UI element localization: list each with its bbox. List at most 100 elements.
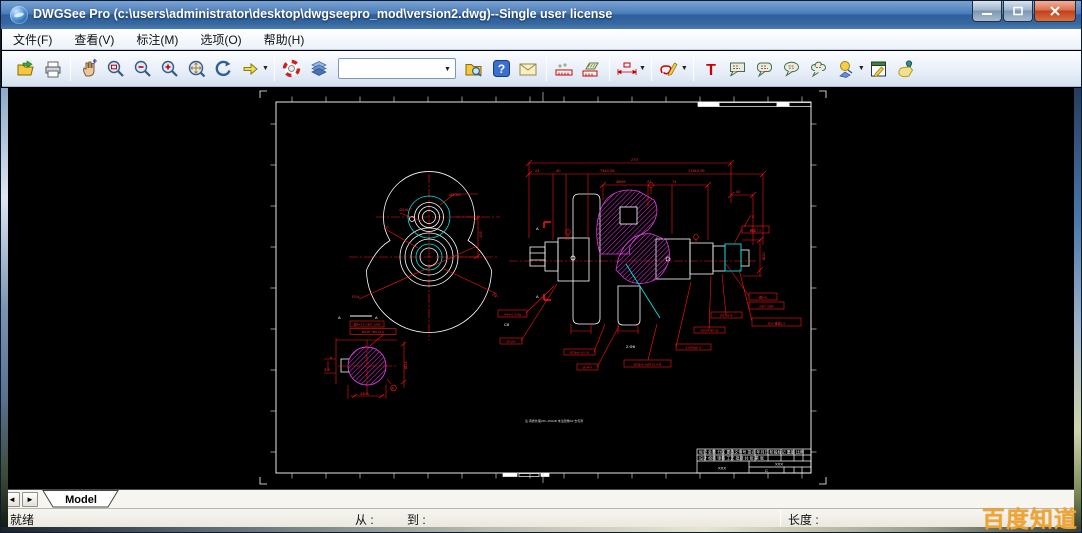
svg-text:C: C xyxy=(765,468,768,473)
status-divider xyxy=(780,510,781,526)
sheet-frame xyxy=(260,91,826,484)
comment-rounded-icon xyxy=(755,60,775,78)
zoom-in-icon xyxy=(160,59,180,78)
stamp-dropdown-icon[interactable]: ▼ xyxy=(858,65,865,72)
stamp-button[interactable] xyxy=(833,55,860,82)
svg-text:XXX: XXX xyxy=(718,466,726,471)
zoom-out-icon xyxy=(133,59,153,78)
svg-text:Ø30k6: Ø30k6 xyxy=(449,192,462,197)
minimize-icon xyxy=(981,7,993,16)
toolbar-separator xyxy=(609,57,610,81)
svg-text:21: 21 xyxy=(647,179,652,184)
window-border-left xyxy=(1,88,8,527)
svg-text:178±0.05: 178±0.05 xyxy=(688,168,705,173)
svg-text:M14×1.5-6g: M14×1.5-6g xyxy=(504,312,521,316)
tab-model[interactable]: Model xyxy=(42,490,120,508)
measure-distance-button[interactable] xyxy=(551,55,578,82)
comment-rectangle-button[interactable] xyxy=(725,55,752,82)
svg-text:Ø14H7: Ø14H7 xyxy=(399,207,412,212)
status-bar: 就绪 从 : 到 : 长度 : xyxy=(2,508,1082,527)
freehand-draw-button[interactable] xyxy=(656,55,683,82)
dwgsee-app-icon xyxy=(10,6,28,24)
find-folder-button[interactable] xyxy=(461,55,488,82)
title-block: XXX XXX C 标记 处数 分区 更改文件号 签名 年月日 阶段标记 重量 … xyxy=(697,449,811,474)
svg-text:Ø20r6 ⊕0.02: Ø20r6 ⊕0.02 xyxy=(700,328,718,332)
layers-icon xyxy=(309,59,329,78)
drawing-viewport[interactable]: A A xyxy=(8,88,1076,489)
comment-ellipse-button[interactable] xyxy=(779,55,806,82)
minimize-button[interactable] xyxy=(972,1,1002,22)
svg-text:Ø24f7 ⌖Ø0.02 A: Ø24f7 ⌖Ø0.02 A xyxy=(362,330,385,334)
tab-scroll-right-button[interactable]: ► xyxy=(22,492,38,507)
svg-text:A: A xyxy=(536,294,539,299)
svg-text:XXX: XXX xyxy=(775,462,783,467)
svg-text:A: A xyxy=(375,315,378,320)
zoom-extents-button[interactable] xyxy=(183,55,210,82)
status-to: 到 : xyxy=(407,511,426,528)
drawing-canvas[interactable]: A A xyxy=(8,88,1076,489)
app-window: DWGSee Pro (c:\users\administrator\deskt… xyxy=(0,0,1082,533)
markup-editor-button[interactable] xyxy=(866,55,893,82)
menu-options[interactable]: 选项(O) xyxy=(189,29,252,50)
status-from: 从 : xyxy=(355,511,374,528)
next-view-button[interactable] xyxy=(237,55,264,82)
help-button[interactable]: ? xyxy=(488,55,515,82)
title-bar[interactable]: DWGSee Pro (c:\users\administrator\deskt… xyxy=(1,1,1081,29)
svg-text:Ø17k6 ⊕: Ø17k6 ⊕ xyxy=(720,313,733,317)
pan-button[interactable] xyxy=(75,55,102,82)
svg-text:2-Ø25js6 ◎: 2-Ø25js6 ◎ xyxy=(685,345,701,349)
svg-text:设计 校核 审核 工艺 批准 共 张 第 张: 设计 校核 审核 工艺 批准 共 张 第 张 xyxy=(699,455,764,461)
window-border-bottom xyxy=(1,527,1082,533)
svg-text:Ø20: Ø20 xyxy=(761,252,766,260)
print-button[interactable] xyxy=(39,55,66,82)
menu-view[interactable]: 查看(V) xyxy=(63,29,125,50)
pan-icon xyxy=(79,59,99,78)
layout-combobox[interactable]: ▼ xyxy=(338,58,456,79)
publish-button[interactable] xyxy=(893,55,920,82)
comment-rounded-button[interactable] xyxy=(752,55,779,82)
zoom-window-button[interactable] xyxy=(102,55,129,82)
zoom-in-button[interactable] xyxy=(156,55,183,82)
maximize-icon xyxy=(1012,6,1024,16)
dimension-button[interactable] xyxy=(614,55,641,82)
toolbar-separator xyxy=(651,57,652,81)
close-button[interactable] xyxy=(1034,1,1076,22)
next-view-icon xyxy=(241,60,261,78)
view-wheel-icon xyxy=(282,59,302,78)
measure-distance-icon xyxy=(554,60,574,78)
send-mail-button[interactable] xyxy=(515,55,542,82)
menu-help[interactable]: 帮助(H) xyxy=(253,29,316,50)
comment-cloud-button[interactable] xyxy=(806,55,833,82)
layout-combobox-input[interactable] xyxy=(341,60,437,77)
zoom-out-button[interactable] xyxy=(129,55,156,82)
freehand-draw-icon xyxy=(658,60,680,78)
svg-text:A: A xyxy=(536,226,539,231)
status-ready: 就绪 xyxy=(10,511,34,528)
svg-text:74: 74 xyxy=(672,179,677,184)
menu-markup[interactable]: 标注(M) xyxy=(125,29,189,50)
svg-text:键6×3.5 GB/T 1095: 键6×3.5 GB/T 1095 xyxy=(354,321,381,326)
side-view xyxy=(509,160,766,367)
view-wheel-button[interactable] xyxy=(279,55,306,82)
svg-text:锥度 1:5: 锥度 1:5 xyxy=(750,227,762,232)
rotate-view-button[interactable] xyxy=(210,55,237,82)
freehand-dropdown-icon[interactable]: ▼ xyxy=(681,65,688,72)
text-annotation-button[interactable]: T xyxy=(698,55,725,82)
tab-model-label: Model xyxy=(65,494,97,506)
svg-text:270: 270 xyxy=(631,157,638,162)
measure-area-button[interactable] xyxy=(578,55,605,82)
svg-text:标记 处数 分区 更改文件号 签名 年月日 阶段标记 重量: 标记 处数 分区 更改文件号 签名 年月日 阶段标记 重量 比例 xyxy=(699,449,804,455)
toolbar-separator xyxy=(546,57,547,81)
menu-file[interactable]: 文件(F) xyxy=(2,29,63,50)
layers-button[interactable] xyxy=(306,55,333,82)
help-icon: ? xyxy=(492,59,511,78)
window-title: DWGSee Pro (c:\users\administrator\deskt… xyxy=(33,7,612,21)
combobox-dropdown-icon[interactable]: ▼ xyxy=(444,66,451,73)
open-file-button[interactable] xyxy=(12,55,39,82)
maximize-button[interactable] xyxy=(1003,1,1033,22)
frame-ticks xyxy=(271,92,817,483)
measure-area-icon xyxy=(581,60,601,78)
dimension-dropdown-icon[interactable]: ▼ xyxy=(639,65,646,72)
layout-tab-bar: ◄ ► Model xyxy=(2,489,1082,508)
next-view-dropdown-icon[interactable]: ▼ xyxy=(262,65,269,72)
